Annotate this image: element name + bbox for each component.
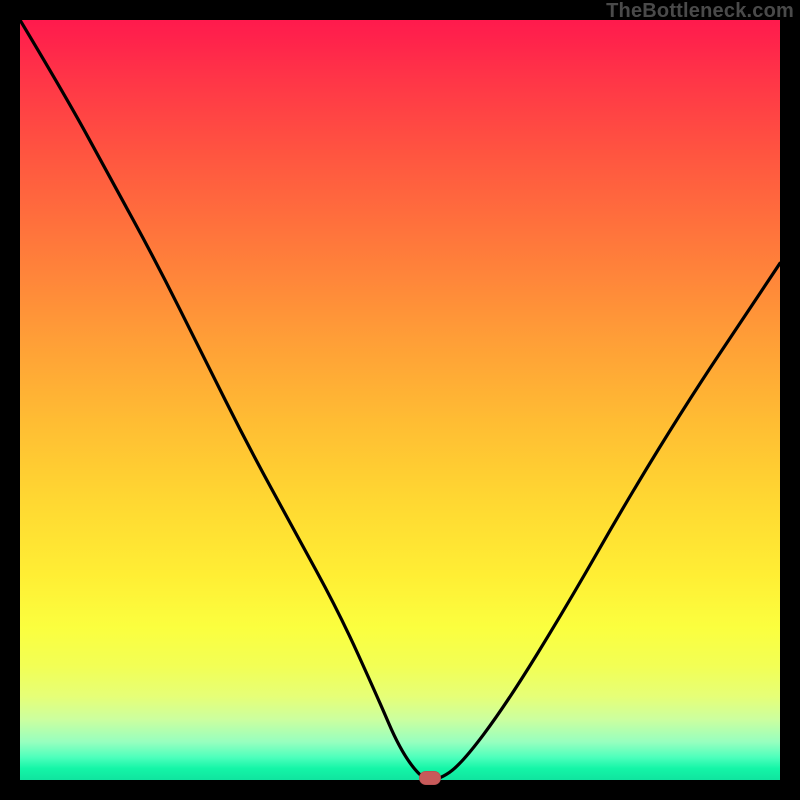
curve-path xyxy=(20,20,780,780)
chart-frame: TheBottleneck.com xyxy=(0,0,800,800)
bottleneck-curve xyxy=(20,20,780,780)
optimal-marker xyxy=(419,771,441,785)
plot-area xyxy=(20,20,780,780)
